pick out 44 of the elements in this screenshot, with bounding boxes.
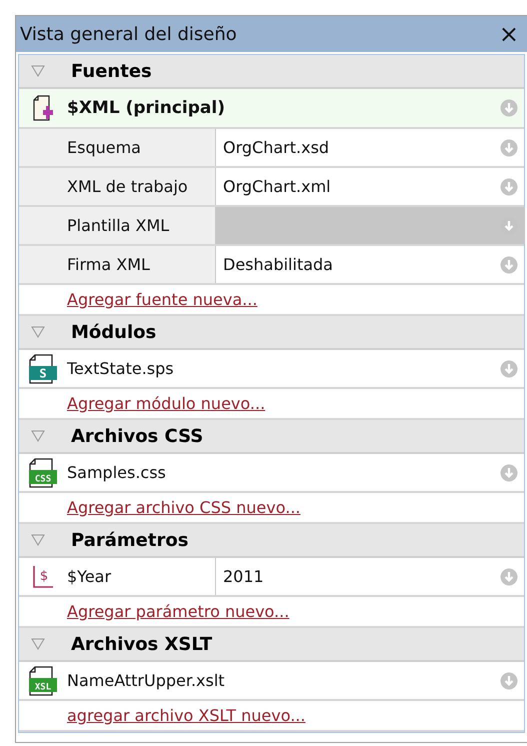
close-button[interactable]: × <box>494 22 523 46</box>
document-icon <box>32 95 54 121</box>
source-name[interactable]: $XML (principal) <box>67 98 225 118</box>
section-header[interactable]: Archivos CSS <box>19 420 524 454</box>
add-link[interactable]: agregar archivo XSLT nuevo... <box>67 706 306 725</box>
parameter-name[interactable]: $Year <box>67 558 216 595</box>
section-title: Módulos <box>71 322 156 342</box>
dropdown-icon[interactable] <box>500 464 518 482</box>
collapse-toggle-icon[interactable] <box>31 326 45 338</box>
add-link[interactable]: Agregar módulo nuevo... <box>67 394 266 413</box>
panel-title: Vista general del diseño <box>20 24 237 44</box>
property-value[interactable]: Deshabilitada <box>216 246 525 283</box>
dropdown-icon[interactable] <box>500 99 518 117</box>
section-header[interactable]: Módulos <box>19 316 524 350</box>
add-link[interactable]: Agregar fuente nueva... <box>67 290 258 309</box>
property-label: Plantilla XML <box>19 207 216 244</box>
dropdown-icon[interactable] <box>500 360 518 378</box>
section-title: Parámetros <box>71 530 188 550</box>
collapse-toggle-icon[interactable] <box>31 65 45 77</box>
property-value[interactable]: OrgChart.xsd <box>216 129 525 166</box>
property-label: Firma XML <box>19 246 216 283</box>
property-label: Esquema <box>19 129 216 166</box>
section-header[interactable]: Parámetros <box>19 524 524 558</box>
file-name[interactable]: NameAttrUpper.xslt <box>67 671 524 690</box>
section-header[interactable]: Fuentes <box>19 55 524 89</box>
section-title: Archivos XSLT <box>71 634 212 654</box>
add-link[interactable]: Agregar parámetro nuevo... <box>67 602 290 621</box>
section-title: Archivos CSS <box>71 426 204 446</box>
dropdown-icon[interactable] <box>500 178 518 196</box>
parameter-value[interactable]: 2011 <box>216 558 525 595</box>
add-link[interactable]: Agregar archivo CSS nuevo... <box>67 498 300 517</box>
dropdown-icon[interactable] <box>500 672 518 690</box>
dropdown-icon[interactable] <box>500 568 518 586</box>
dropdown-icon[interactable] <box>500 138 518 156</box>
dropdown-icon[interactable] <box>500 256 518 274</box>
file-name[interactable]: Samples.css <box>67 463 524 482</box>
section-header[interactable]: Archivos XSLT <box>19 628 524 662</box>
collapse-toggle-icon[interactable] <box>31 534 45 546</box>
section-title: Fuentes <box>71 60 152 82</box>
property-value[interactable]: OrgChart.xml <box>216 168 525 205</box>
collapse-toggle-icon[interactable] <box>31 430 45 442</box>
property-label: XML de trabajo <box>19 168 216 205</box>
file-name[interactable]: TextState.sps <box>67 359 524 378</box>
collapse-toggle-icon[interactable] <box>31 638 45 650</box>
